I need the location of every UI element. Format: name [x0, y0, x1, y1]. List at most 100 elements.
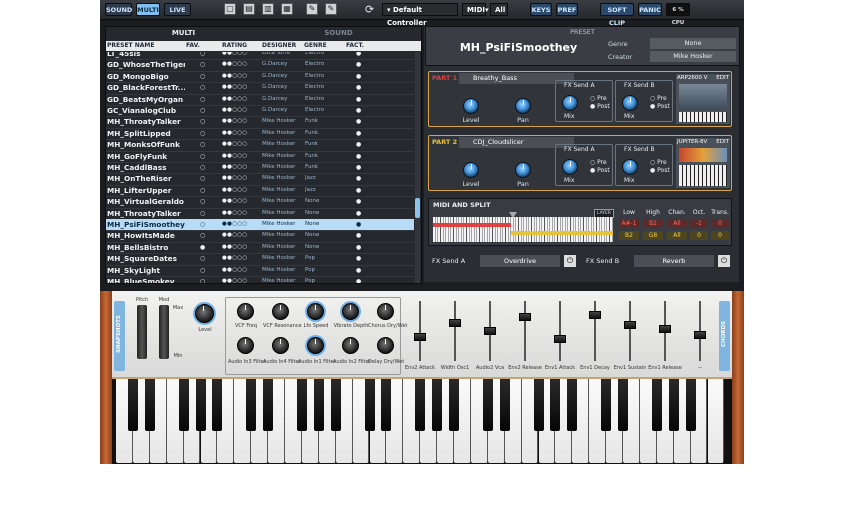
p1-high[interactable]: B2	[643, 219, 663, 228]
fav-cell[interactable]: ○	[200, 52, 208, 59]
fx-send-b-dropdown[interactable]: Reverb	[634, 255, 714, 267]
col-fact[interactable]: FACT.	[346, 41, 364, 51]
split-point-marker[interactable]	[509, 212, 517, 218]
part-2-fx-a-pre[interactable]: ○ Pre	[590, 159, 607, 166]
part-2-edit[interactable]: EDIT	[716, 139, 729, 145]
part-1-fx-a-pre[interactable]: ○ Pre	[590, 95, 607, 102]
col-designer[interactable]: DESIGNER	[262, 41, 296, 51]
fav-cell[interactable]: ○	[200, 253, 208, 264]
part-2-fx-b-mix-knob[interactable]	[622, 159, 638, 175]
fav-cell[interactable]: ○	[200, 71, 208, 82]
save-icon[interactable]: ▤	[243, 3, 255, 15]
table-row[interactable]: MH_LifterUpper ○ ●●○○○ Mike Hosker Jazz ●	[106, 185, 414, 196]
black-key[interactable]	[296, 379, 307, 431]
bottom-knob[interactable]	[272, 337, 289, 354]
table-row[interactable]: LT_45sis ○ ●●○○○ Luca Torre Electro ●	[106, 52, 414, 59]
slider-track[interactable]	[419, 301, 421, 361]
fx-b-power-icon[interactable]: ⏻	[718, 255, 730, 267]
midi-dropdown[interactable]: MIDI▾	[462, 3, 489, 16]
fav-cell[interactable]: ○	[200, 116, 208, 127]
part-2-level-knob[interactable]	[463, 162, 479, 178]
fav-cell[interactable]: ○	[200, 128, 208, 139]
part-1-pan-knob[interactable]	[515, 98, 531, 114]
black-key[interactable]	[144, 379, 155, 431]
black-key[interactable]	[449, 379, 459, 431]
black-key[interactable]	[567, 379, 578, 431]
fav-cell[interactable]: ○	[200, 208, 208, 219]
p2-low[interactable]: B2	[619, 231, 639, 240]
black-key[interactable]	[651, 379, 662, 431]
black-key[interactable]	[263, 379, 274, 431]
slider-track[interactable]	[524, 301, 526, 361]
part-1-fx-b-post[interactable]: ● Post	[650, 103, 670, 110]
panic-button[interactable]: PANIC	[638, 3, 662, 16]
table-row[interactable]: MH_ThroatyTalker ○ ●●○○○ Mike Hosker Funk ●	[106, 116, 414, 127]
part-2-fx-a-post[interactable]: ● Post	[590, 167, 610, 174]
scrollbar-thumb[interactable]	[415, 198, 420, 218]
black-key[interactable]	[432, 379, 443, 431]
table-row[interactable]: MH_SquareDates ○ ●●○○○ Mike Hosker Pop ●	[106, 253, 414, 264]
creator-field[interactable]: Mike Hosker	[650, 51, 736, 62]
part-2-fx-b-pre[interactable]: ○ Pre	[650, 159, 667, 166]
fav-cell[interactable]: ●	[200, 242, 208, 253]
table-row[interactable]: MH_SkyLight ○ ●●○○○ Mike Hosker Pop ●	[106, 265, 414, 276]
arp2600-thumbnail[interactable]: ARP2600 V EDIT	[676, 74, 730, 124]
p2-high[interactable]: G8	[643, 231, 663, 240]
fav-cell[interactable]: ○	[200, 173, 208, 184]
p1-low[interactable]: A#-1	[619, 219, 639, 228]
black-key[interactable]	[381, 379, 392, 431]
fav-cell[interactable]: ○	[200, 265, 208, 276]
p1-trans[interactable]: 0	[711, 219, 729, 228]
slider-handle[interactable]	[624, 321, 636, 329]
refresh-icon[interactable]: ⟳	[365, 3, 378, 16]
table-row[interactable]: MH_HowItsMade ○ ●●○○○ Mike Hosker None ●	[106, 230, 414, 241]
browser-tab-sound[interactable]: SOUND	[261, 27, 416, 39]
browser-tab-multi[interactable]: MULTI	[106, 27, 261, 39]
col-fav[interactable]: FAV.	[186, 41, 200, 51]
jupiter-thumbnail[interactable]: JUPITER-8V EDIT	[676, 138, 730, 188]
table-row[interactable]: GC_VianalogClub ○ ●●○○○ G.Darcey Electro ●	[106, 105, 414, 116]
black-key[interactable]	[550, 379, 561, 431]
black-key[interactable]	[330, 379, 341, 431]
black-key[interactable]	[178, 379, 189, 431]
copy-icon[interactable]: ▦	[281, 3, 293, 15]
part-1-edit[interactable]: EDIT	[716, 75, 729, 81]
slider-track[interactable]	[594, 301, 596, 361]
edit-alt-icon[interactable]: ✎	[325, 3, 337, 15]
table-row[interactable]: MH_GoFlyFunk ○ ●●○○○ Mike Hosker Funk ●	[106, 151, 414, 162]
part-1-level-knob[interactable]	[463, 98, 479, 114]
fav-cell[interactable]: ○	[200, 82, 208, 93]
part-1-range-bar[interactable]	[433, 223, 511, 227]
p1-chan[interactable]: All	[667, 219, 687, 228]
table-row[interactable]: GD_WhoseTheTiger ○ ●●○○○ G.Darcey Electro ●	[106, 59, 414, 70]
part-2-pan-knob[interactable]	[515, 162, 531, 178]
table-row[interactable]: MH_BellsBistro ● ●●○○○ Mike Hosker None ●	[106, 242, 414, 253]
black-key[interactable]	[246, 379, 257, 431]
slider-track[interactable]	[559, 301, 561, 361]
black-key[interactable]	[127, 379, 138, 431]
slider-handle[interactable]	[519, 313, 531, 321]
fav-cell[interactable]: ○	[200, 276, 208, 283]
midi-channel[interactable]: All	[490, 3, 508, 16]
slider-handle[interactable]	[414, 333, 426, 341]
black-key[interactable]	[601, 379, 612, 431]
black-key[interactable]	[415, 379, 426, 431]
bottom-knob[interactable]	[342, 337, 359, 354]
soft-clip-button[interactable]: SOFT CLIP	[600, 3, 634, 27]
edit-icon[interactable]: ✎	[306, 3, 318, 15]
chords-tab[interactable]: CHORDS	[719, 301, 730, 371]
table-row[interactable]: MH_CaddlBass ○ ●●○○○ Mike Hosker Funk ●	[106, 162, 414, 173]
table-row[interactable]: MH_OnTheRiser ○ ●●○○○ Mike Hosker Jazz ●	[106, 173, 414, 184]
top-knob[interactable]	[377, 303, 394, 320]
p2-chan[interactable]: All	[667, 231, 687, 240]
controller-dropdown[interactable]: ▾ Default Controller	[382, 3, 458, 27]
black-key[interactable]	[499, 379, 510, 431]
black-key[interactable]	[364, 379, 375, 431]
black-key[interactable]	[685, 379, 696, 431]
top-knob[interactable]	[342, 303, 359, 320]
fav-cell[interactable]: ○	[200, 230, 208, 241]
black-key[interactable]	[618, 379, 628, 431]
part-1-fx-b-mix-knob[interactable]	[622, 95, 638, 111]
black-key[interactable]	[195, 379, 206, 431]
table-row[interactable]: GD_BlackForestTr... ○ ●●○○○ G.Darcey Electro…	[106, 82, 414, 93]
